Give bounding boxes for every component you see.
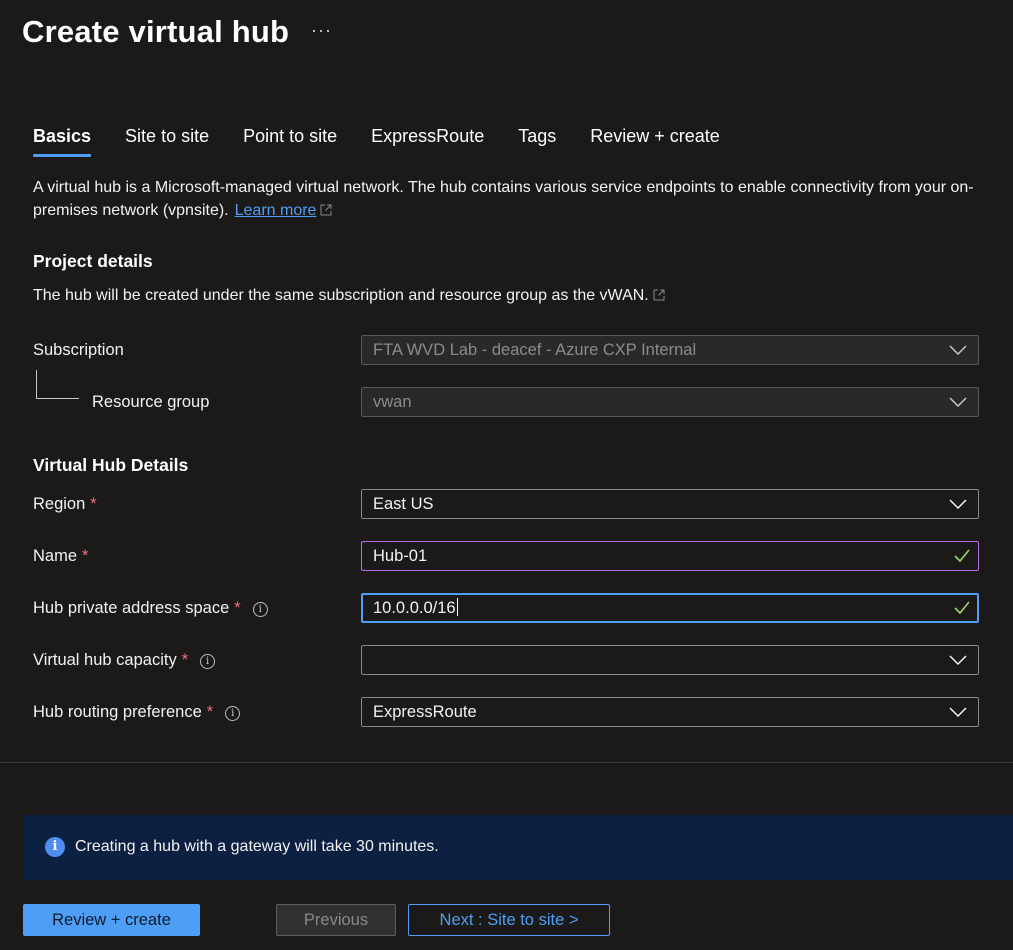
subscription-dropdown[interactable]: FTA WVD Lab - deacef - Azure CXP Interna… <box>361 335 979 365</box>
tab-review-create[interactable]: Review + create <box>590 126 720 157</box>
region-label: Region * <box>33 495 97 514</box>
tree-connector <box>36 370 79 399</box>
required-marker: * <box>181 651 189 669</box>
checkmark-icon <box>954 549 970 563</box>
virtual-hub-details-heading: Virtual Hub Details <box>33 455 189 475</box>
banner-text: Creating a hub with a gateway will take … <box>75 838 439 855</box>
description-text: A virtual hub is a Microsoft-managed vir… <box>33 179 974 219</box>
tab-tags[interactable]: Tags <box>518 126 556 157</box>
routing-preference-label: Hub routing preference * i <box>33 703 241 722</box>
chevron-down-icon <box>949 655 967 665</box>
section-divider <box>0 762 1013 763</box>
required-marker: * <box>234 599 241 617</box>
page-title: Create virtual hub <box>22 14 290 49</box>
subscription-value: FTA WVD Lab - deacef - Azure CXP Interna… <box>373 341 697 359</box>
checkmark-icon <box>954 601 970 615</box>
hub-capacity-label-text: Virtual hub capacity <box>33 651 177 669</box>
region-dropdown[interactable]: East US <box>361 489 979 519</box>
chevron-down-icon <box>949 499 967 509</box>
chevron-down-icon <box>949 345 967 355</box>
required-marker: * <box>82 547 89 565</box>
chevron-down-icon <box>949 397 967 407</box>
subscription-label: Subscription <box>33 341 124 359</box>
info-icon: i <box>45 837 65 857</box>
routing-preference-label-text: Hub routing preference <box>33 703 202 721</box>
info-icon[interactable]: i <box>252 602 268 617</box>
previous-button[interactable]: Previous <box>276 904 396 936</box>
tab-expressroute[interactable]: ExpressRoute <box>371 126 484 157</box>
name-label-text: Name <box>33 547 78 565</box>
external-link-icon <box>320 200 332 223</box>
external-link-icon <box>653 288 665 306</box>
resource-group-label: Resource group <box>92 393 210 411</box>
tab-point-to-site[interactable]: Point to site <box>243 126 337 157</box>
routing-preference-value: ExpressRoute <box>373 703 477 721</box>
region-value: East US <box>373 495 434 513</box>
tab-basics[interactable]: Basics <box>33 126 92 157</box>
info-banner: i Creating a hub with a gateway will tak… <box>23 815 1013 880</box>
name-value: Hub-01 <box>373 547 428 565</box>
tab-bar: Basics Site to site Point to site Expres… <box>33 126 754 157</box>
project-details-note-text: The hub will be created under the same s… <box>33 287 649 304</box>
address-space-label: Hub private address space * i <box>33 599 268 618</box>
more-options-button[interactable]: ··· <box>311 20 332 41</box>
text-cursor <box>456 598 458 616</box>
review-create-button[interactable]: Review + create <box>23 904 200 936</box>
tab-site-to-site[interactable]: Site to site <box>125 126 209 157</box>
name-label: Name * <box>33 547 88 566</box>
next-site-to-site-button[interactable]: Next : Site to site > <box>408 904 610 936</box>
info-icon[interactable]: i <box>200 654 216 669</box>
learn-more-link[interactable]: Learn more <box>235 202 317 219</box>
project-details-heading: Project details <box>33 251 153 271</box>
resource-group-value: vwan <box>373 393 412 411</box>
resource-group-dropdown[interactable]: vwan <box>361 387 979 417</box>
address-space-label-text: Hub private address space <box>33 599 230 617</box>
hub-capacity-dropdown[interactable] <box>361 645 979 675</box>
hub-capacity-label: Virtual hub capacity * i <box>33 651 216 670</box>
address-space-value: 10.0.0.0/16 <box>373 599 456 617</box>
chevron-down-icon <box>949 707 967 717</box>
info-icon[interactable]: i <box>225 706 241 721</box>
project-details-note: The hub will be created under the same s… <box>33 287 665 306</box>
required-marker: * <box>206 703 214 721</box>
description: A virtual hub is a Microsoft-managed vir… <box>33 176 993 223</box>
routing-preference-dropdown[interactable]: ExpressRoute <box>361 697 979 727</box>
address-space-input[interactable]: 10.0.0.0/16 <box>361 593 979 623</box>
required-marker: * <box>90 495 97 513</box>
region-label-text: Region <box>33 495 86 513</box>
name-input[interactable]: Hub-01 <box>361 541 979 571</box>
